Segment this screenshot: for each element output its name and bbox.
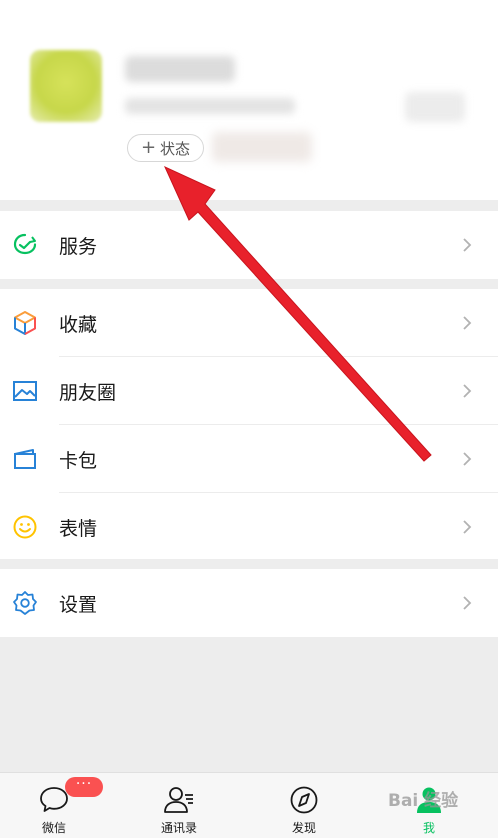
smiley-icon bbox=[11, 513, 39, 541]
gear-icon bbox=[11, 589, 39, 617]
settings-group: 设置 bbox=[0, 569, 498, 637]
chevron-right-icon bbox=[463, 452, 472, 466]
tab-label: 通讯录 bbox=[160, 821, 197, 835]
card-wallet-icon bbox=[11, 445, 39, 473]
compass-icon bbox=[290, 786, 318, 814]
services-icon bbox=[11, 231, 39, 259]
menu-item-label: 服务 bbox=[59, 235, 98, 258]
menu-item-label: 设置 bbox=[59, 593, 98, 616]
tab-label: 微信 bbox=[41, 821, 66, 835]
blurred-wechat-id bbox=[125, 98, 295, 114]
tab-label: 发现 bbox=[291, 821, 316, 835]
blurred-nickname bbox=[125, 56, 235, 82]
favorites-cube-icon bbox=[11, 309, 39, 337]
menu-item-stickers[interactable]: 表情 bbox=[0, 493, 498, 561]
blurred-qr-code[interactable] bbox=[405, 92, 465, 122]
watermark-logo: Bai 经验 bbox=[388, 791, 459, 811]
chevron-right-icon bbox=[463, 596, 472, 610]
tab-discover[interactable]: 发现 bbox=[259, 773, 349, 838]
contacts-icon bbox=[164, 787, 193, 813]
chevron-right-icon bbox=[463, 384, 472, 398]
status-label: 状态 bbox=[160, 139, 191, 158]
add-status-button[interactable]: + 状态 bbox=[127, 134, 204, 162]
chevron-right-icon bbox=[463, 238, 472, 252]
menu-item-cards[interactable]: 卡包 bbox=[0, 425, 498, 493]
unread-badge: ··· bbox=[65, 777, 103, 797]
moments-image-icon bbox=[11, 377, 39, 405]
menu-item-label: 朋友圈 bbox=[59, 381, 117, 404]
menu-item-label: 卡包 bbox=[59, 449, 98, 472]
menu-item-label: 表情 bbox=[59, 517, 98, 540]
blurred-extra-info bbox=[212, 132, 312, 162]
chevron-right-icon bbox=[463, 520, 472, 534]
menu-item-settings[interactable]: 设置 bbox=[0, 569, 498, 637]
chevron-right-icon bbox=[463, 316, 472, 330]
menu-item-services[interactable]: 服务 bbox=[0, 211, 498, 279]
services-group: 服务 bbox=[0, 211, 498, 279]
plus-icon: + bbox=[140, 137, 157, 158]
avatar[interactable] bbox=[30, 50, 102, 122]
menu-item-moments[interactable]: 朋友圈 bbox=[0, 357, 498, 425]
features-group: 收藏 朋友圈 卡包 表情 bbox=[0, 289, 498, 559]
menu-item-favorites[interactable]: 收藏 bbox=[0, 289, 498, 357]
tab-contacts[interactable]: 通讯录 bbox=[134, 773, 224, 838]
menu-item-label: 收藏 bbox=[59, 313, 98, 336]
profile-header: + 状态 bbox=[0, 0, 498, 200]
